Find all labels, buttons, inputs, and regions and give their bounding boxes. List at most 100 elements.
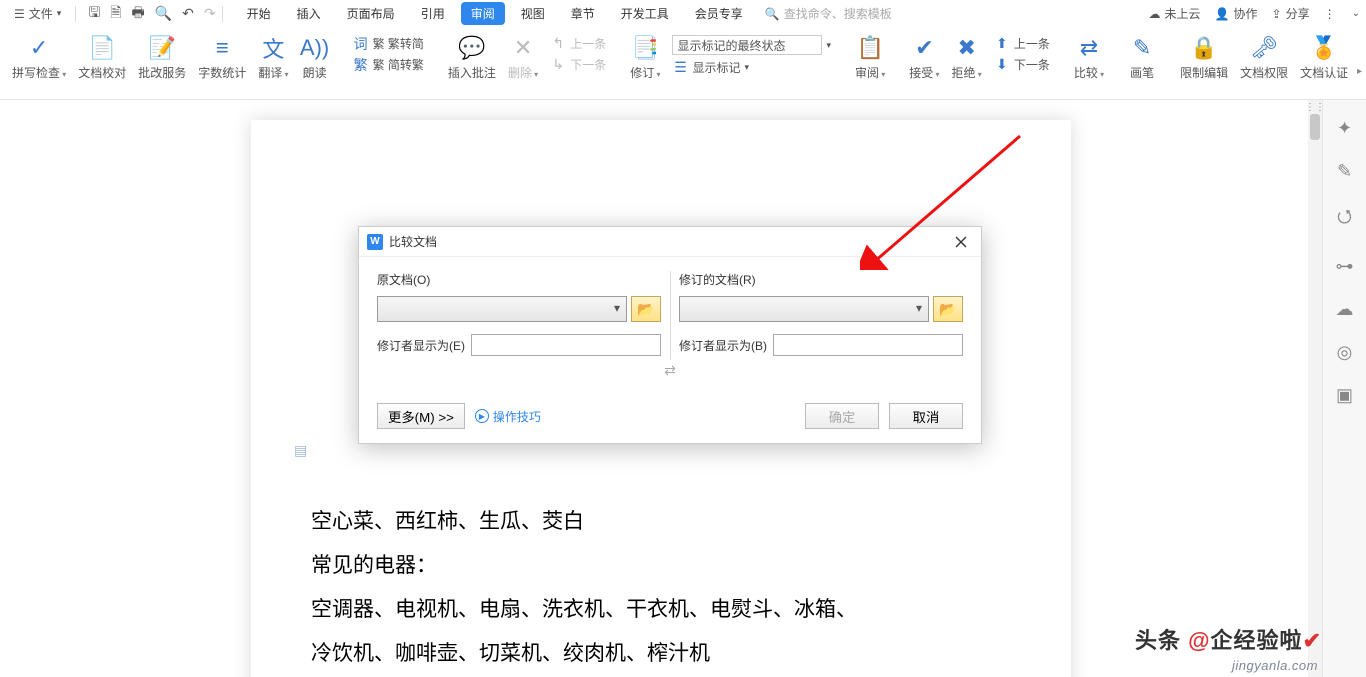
trad-to-simp[interactable]: 词繁 繁转简 [349, 34, 428, 53]
revised-doc-browse[interactable]: 📂 [933, 296, 963, 322]
display-mode-value: 显示标记的最终状态 [672, 35, 822, 55]
dialog-titlebar[interactable]: W 比较文档 [359, 227, 981, 257]
ribbon-collapse[interactable]: ▸ [1357, 66, 1362, 77]
swap-icon[interactable]: ⇄ [377, 356, 963, 385]
expand-down-icon[interactable]: ⌄ [1352, 8, 1360, 19]
play-icon: ▶ [475, 409, 489, 423]
app-icon: W [367, 234, 383, 250]
original-doc-browse[interactable]: 📂 [631, 296, 661, 322]
share-button[interactable]: ⇪分享 [1272, 5, 1310, 22]
pen-button[interactable]: ✎画笔 [1122, 32, 1162, 83]
revised-doc-combo[interactable] [679, 296, 929, 322]
tab-reference[interactable]: 引用 [411, 2, 455, 25]
redo-icon[interactable]: ↷ [204, 5, 216, 22]
command-search[interactable]: 🔍 查找命令、搜索模板 [765, 5, 892, 22]
prev-icon: ↰ [550, 36, 566, 52]
translate-button[interactable]: 文翻译 [252, 32, 294, 83]
doc-line: 常见的电器： [311, 544, 1011, 588]
review-pane[interactable]: 📋审阅 [849, 32, 891, 83]
tab-chapter[interactable]: 章节 [561, 2, 605, 25]
tab-devtools[interactable]: 开发工具 [611, 2, 679, 25]
show-markup[interactable]: ☰显示标记▾ [668, 58, 835, 77]
tab-view[interactable]: 视图 [511, 2, 555, 25]
insert-comment-label: 插入批注 [448, 64, 496, 81]
close-button[interactable] [949, 230, 973, 254]
tips-link[interactable]: ▶操作技巧 [475, 408, 541, 425]
track-changes[interactable]: 📑修订 [624, 32, 666, 83]
proofread-button[interactable]: 📄文档校对 [72, 32, 132, 83]
dialog-title: 比较文档 [389, 233, 437, 250]
wordcount-button[interactable]: ≡字数统计 [192, 32, 252, 83]
sidebar-help-icon[interactable]: ◎ [1337, 342, 1353, 363]
cancel-button[interactable]: 取消 [889, 403, 963, 429]
simp-to-trad[interactable]: 繁繁 简转繁 [349, 55, 428, 74]
sidebar-page-icon[interactable]: ▣ [1336, 385, 1353, 406]
spellcheck-button[interactable]: ✓拼写检查 [6, 32, 72, 83]
tab-bar: 开始 插入 页面布局 引用 审阅 视图 章节 开发工具 会员专享 [237, 2, 753, 25]
sidebar-pen-icon[interactable]: ✎ [1337, 161, 1352, 182]
doc-line: 空调器、电视机、电扇、洗衣机、干衣机、电熨斗、冰箱、 [311, 588, 1011, 632]
file-menu[interactable]: ☰ 文件 ▾ [6, 3, 69, 24]
compare-button[interactable]: ⇄ 比较 [1068, 32, 1110, 83]
next-change[interactable]: ⬇下一条 [990, 55, 1054, 74]
more-menu[interactable]: ⋮ [1324, 7, 1338, 21]
correction-button[interactable]: 📝批改服务 [132, 32, 192, 83]
auth-label: 文档认证 [1300, 64, 1348, 81]
compare-icon: ⇄ [1075, 34, 1103, 62]
collab-button[interactable]: 👤协作 [1215, 5, 1258, 22]
original-doc-combo[interactable] [377, 296, 627, 322]
print-icon[interactable]: 🖶 [132, 2, 145, 26]
tab-layout[interactable]: 页面布局 [337, 2, 405, 25]
proofread-label: 文档校对 [78, 64, 126, 81]
doc-permission[interactable]: 🗝文档权限 [1234, 32, 1294, 83]
more-options-button[interactable]: 更多(M) >> [377, 403, 465, 429]
chevron-down-icon: ▾ [826, 40, 831, 51]
doc-auth[interactable]: 🏅文档认证 [1294, 32, 1354, 83]
prev-comment[interactable]: ↰上一条 [546, 34, 610, 53]
readaloud-button[interactable]: A)) 朗读 [295, 32, 335, 83]
simp-icon: 繁 [353, 57, 369, 73]
tab-start[interactable]: 开始 [237, 2, 281, 25]
review-icon: 📋 [856, 34, 884, 62]
next-icon: ↳ [550, 57, 566, 73]
prev-change[interactable]: ⬆上一条 [990, 34, 1054, 53]
next-comment-label: 下一条 [570, 56, 606, 73]
sidebar-settings-icon[interactable]: ⊶ [1336, 256, 1354, 277]
print-preview-icon[interactable]: 🔍 [155, 5, 172, 22]
sidebar-cloud-icon[interactable]: ☁ [1336, 299, 1354, 320]
cloud-status[interactable]: ☁未上云 [1149, 5, 1201, 22]
save-as-icon[interactable]: 🗎 [110, 2, 121, 26]
sidebar-ai-icon[interactable]: ✦ [1337, 118, 1352, 139]
tab-member[interactable]: 会员专享 [685, 2, 753, 25]
correction-icon: 📝 [148, 34, 176, 62]
readaloud-icon: A)) [301, 34, 329, 62]
reject-icon: ✖ [953, 34, 981, 62]
restrict-edit[interactable]: 🔒限制编辑 [1174, 32, 1234, 83]
delete-comment[interactable]: ✕删除 [502, 32, 544, 83]
separator [222, 6, 223, 22]
wordcount-icon: ≡ [208, 34, 236, 62]
sidebar-select-icon[interactable]: ⭯ [1337, 204, 1352, 234]
insert-comment[interactable]: 💬插入批注 [442, 32, 502, 83]
editor-b-input[interactable] [773, 334, 963, 356]
watermark-url: jingyanla.com [1232, 658, 1318, 673]
editor-e-input[interactable] [471, 334, 661, 356]
tab-insert[interactable]: 插入 [287, 2, 331, 25]
tab-review[interactable]: 审阅 [461, 2, 505, 25]
compare-label: 比较 [1074, 64, 1104, 81]
scroll-thumb[interactable] [1310, 114, 1320, 140]
save-icon[interactable]: 🖫 [88, 2, 100, 26]
readaloud-label: 朗读 [303, 64, 327, 81]
track-label: 修订 [630, 64, 660, 81]
accept-change[interactable]: ✔接受 [903, 32, 945, 83]
doc-line: 冷饮机、咖啡壶、切菜机、绞肉机、榨汁机 [311, 632, 1011, 676]
reject-change[interactable]: ✖拒绝 [946, 32, 988, 83]
delete-comment-label: 删除 [508, 64, 538, 81]
translate-label: 翻译 [258, 64, 288, 81]
folder-icon: 📂 [637, 301, 654, 318]
original-doc-label: 原文档(O) [377, 271, 661, 288]
next-comment[interactable]: ↳下一条 [546, 55, 610, 74]
vertical-scrollbar[interactable]: ⋮⋮ [1308, 100, 1322, 677]
display-mode-combo[interactable]: 显示标记的最终状态 ▾ [668, 34, 835, 56]
undo-icon[interactable]: ↶ [182, 5, 194, 22]
